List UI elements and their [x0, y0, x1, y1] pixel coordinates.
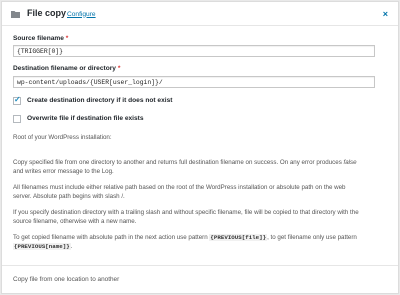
help-paragraph-4: To get copied filename with absolute pat… [13, 234, 357, 250]
action-panel: File copy Configure × Source filename * … [1, 1, 399, 294]
overwrite-checkbox[interactable] [13, 115, 21, 123]
help-paragraph-2: All filenames must include either relati… [13, 184, 346, 200]
create-directory-label: Create destination directory if it does … [27, 97, 173, 104]
overwrite-label: Overwrite file if destination file exist… [27, 115, 144, 122]
pattern-previous-file: {PREVIOUS[file]} [209, 234, 268, 241]
panel-title: File copy [27, 8, 67, 18]
panel-header: File copy Configure × [2, 2, 398, 26]
required-marker: * [65, 35, 69, 42]
root-note: Root of your WordPress installation: [13, 134, 112, 141]
destination-input[interactable]: wp-content/uploads/{USER[user_login]}/ [13, 76, 375, 88]
pattern-previous-name: {PREVIOUS[name]} [13, 243, 71, 250]
action-description: Copy file from one location to another [13, 276, 120, 283]
checkmark-icon: ✓ [14, 95, 21, 104]
close-icon[interactable]: × [383, 9, 388, 19]
configure-link[interactable]: Configure [67, 11, 96, 18]
source-filename-label: Source filename * [13, 35, 69, 42]
footer-divider [2, 265, 398, 266]
destination-label: Destination filename or directory * [13, 65, 121, 72]
help-paragraph-1: Copy specified file from one directory t… [13, 159, 357, 175]
source-filename-input[interactable]: {TRIGGER[0]} [13, 45, 375, 57]
create-directory-checkbox[interactable]: ✓ [13, 95, 21, 105]
required-marker: * [117, 65, 121, 72]
help-paragraph-3: If you specify destination directory wit… [13, 209, 359, 225]
folder-icon [11, 11, 20, 18]
